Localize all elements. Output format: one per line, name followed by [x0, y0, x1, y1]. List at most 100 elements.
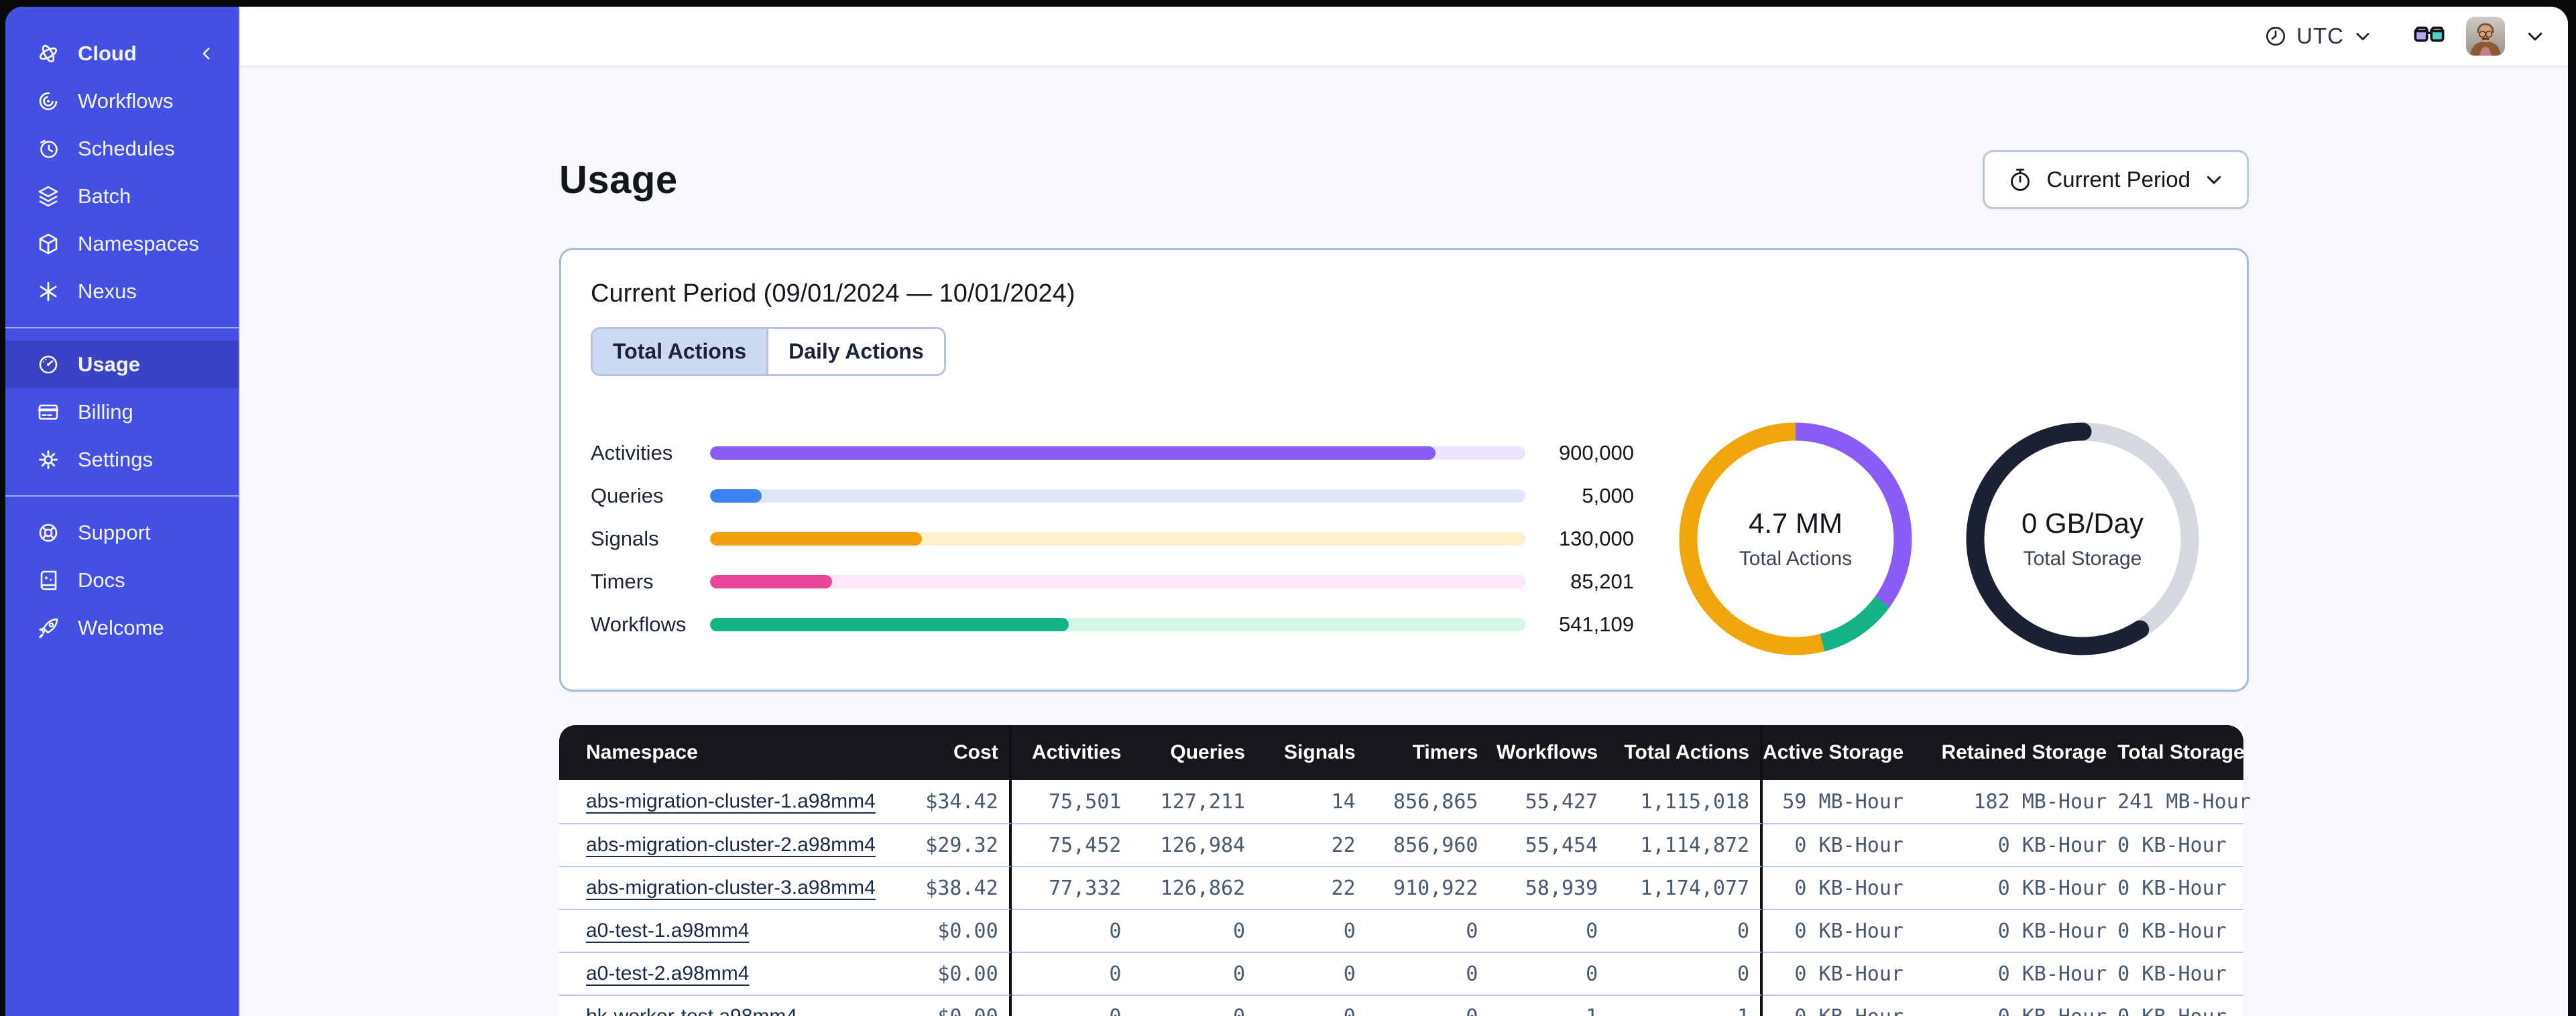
cell-retained-storage: 0 KB-Hour	[1914, 909, 2118, 952]
namespace-link[interactable]: a0-test-1.a98mm4	[586, 919, 749, 942]
batch-layers-icon	[36, 184, 60, 208]
sidebar: Cloud Workflows Schedules Batch Namespac…	[5, 7, 240, 1016]
cell-timers: 910,922	[1366, 866, 1489, 909]
cell-total-storage: 241 MB-Hour	[2117, 780, 2251, 823]
sidebar-item-label: Batch	[78, 184, 131, 208]
bar-fill	[710, 575, 833, 588]
table-row: a0-test-1.a98mm4 $0.00 0 0 0 0 0 0 0 KB-Hour 0 KB…	[559, 909, 2243, 952]
avatar[interactable]	[2466, 17, 2505, 56]
sidebar-item-welcome[interactable]: Welcome	[5, 604, 239, 651]
column-header-total-actions: Total Actions	[1608, 725, 1763, 780]
cell-workflows: 0	[1488, 952, 1609, 995]
sidebar-item-label: Workflows	[78, 88, 174, 113]
table-row: a0-test-2.a98mm4 $0.00 0 0 0 0 0 0 0 KB-Hour 0 KB…	[559, 952, 2243, 995]
cell-total-actions: 1,115,018	[1608, 780, 1763, 823]
chevron-left-icon	[202, 47, 210, 60]
cell-total-actions: 0	[1608, 909, 1763, 952]
clock-icon	[2266, 26, 2286, 46]
cell-cost: $29.32	[862, 823, 1012, 866]
account-menu-button[interactable]	[2525, 26, 2545, 46]
cell-queries: 0	[1132, 909, 1256, 952]
cell-namespace: bk-worker-test.a98mm4	[559, 995, 862, 1016]
tab-total-actions[interactable]: Total Actions	[593, 329, 767, 374]
cell-namespace: abs-migration-cluster-3.a98mm4	[559, 866, 876, 909]
namespace-link[interactable]: bk-worker-test.a98mm4	[586, 1005, 797, 1016]
namespace-link[interactable]: abs-migration-cluster-2.a98mm4	[586, 834, 876, 856]
cell-active-storage: 0 KB-Hour	[1763, 952, 1914, 995]
usage-bars: Activities 900,000 Queries 5,000 Signals 130,…	[591, 441, 1634, 636]
sidebar-item-namespaces[interactable]: Namespaces	[5, 220, 239, 267]
theme-glasses-button[interactable]	[2412, 24, 2446, 48]
cell-namespace: a0-test-2.a98mm4	[559, 952, 862, 995]
total-actions-donut: 4.7 MM Total Actions	[1677, 420, 1914, 657]
table-row: abs-migration-cluster-1.a98mm4 $34.42 75,5…	[559, 780, 2251, 823]
table-row: abs-migration-cluster-2.a98mm4 $29.32 75,4…	[559, 823, 2243, 866]
period-button-label: Current Period	[2046, 167, 2190, 192]
total-actions-value: 4.7 MM	[1748, 507, 1843, 539]
nexus-asterisk-icon	[36, 279, 60, 304]
cell-total-actions: 1,174,077	[1608, 866, 1763, 909]
cell-queries: 126,862	[1132, 866, 1256, 909]
cell-total-storage: 0 KB-Hour	[2117, 866, 2243, 909]
billing-card-icon	[36, 400, 60, 424]
bar-fill	[710, 489, 762, 503]
cell-cost: $0.00	[862, 909, 1012, 952]
cell-retained-storage: 182 MB-Hour	[1914, 780, 2118, 823]
sidebar-item-settings[interactable]: Settings	[5, 436, 239, 483]
bar-row-signals: Signals 130,000	[591, 527, 1634, 550]
sidebar-item-nexus[interactable]: Nexus	[5, 267, 239, 315]
table-row: bk-worker-test.a98mm4$0.000000110 KB-Hou…	[559, 995, 2243, 1016]
table-header-row: Namespace Cost Activities Queries Signals Tim…	[559, 725, 2245, 780]
namespace-link[interactable]: abs-migration-cluster-1.a98mm4	[586, 790, 876, 812]
cell-namespace: abs-migration-cluster-1.a98mm4	[559, 780, 876, 823]
cell-queries: 126,984	[1132, 823, 1256, 866]
timezone-selector[interactable]: UTC	[2264, 23, 2372, 49]
chevron-down-icon	[2528, 32, 2542, 41]
sidebar-divider	[5, 495, 239, 497]
sidebar-item-cloud[interactable]: Cloud	[5, 29, 239, 77]
column-header-cost: Cost	[862, 725, 1012, 780]
period-selector-button[interactable]: Current Period	[1983, 150, 2249, 209]
cell-total-actions: 0	[1608, 952, 1763, 995]
sidebar-item-label: Docs	[78, 568, 125, 592]
sidebar-item-label: Nexus	[78, 279, 137, 303]
cell-workflows: 55,454	[1488, 823, 1609, 866]
sidebar-item-batch[interactable]: Batch	[5, 172, 239, 220]
cell-signals: 0	[1256, 952, 1366, 995]
cell-workflows: 55,427	[1488, 780, 1609, 823]
bar-label: Workflows	[591, 613, 687, 636]
bar-value: 130,000	[1558, 527, 1634, 550]
cell-namespace: a0-test-1.a98mm4	[559, 909, 862, 952]
table-row: abs-migration-cluster-3.a98mm4 $38.42 77,3…	[559, 866, 2243, 909]
cell-total-storage: 0 KB-Hour	[2117, 909, 2243, 952]
cell-timers: 0	[1366, 952, 1489, 995]
namespace-link[interactable]: abs-migration-cluster-3.a98mm4	[586, 877, 876, 899]
column-header-retained-storage: Retained Storage	[1914, 725, 2118, 780]
bar-label: Queries	[591, 484, 664, 507]
bar-value: 900,000	[1558, 441, 1634, 464]
sidebar-item-docs[interactable]: Docs	[5, 556, 239, 604]
sidebar-item-schedules[interactable]: Schedules	[5, 125, 239, 172]
sidebar-item-support[interactable]: Support	[5, 509, 239, 556]
sidebar-item-workflows[interactable]: Workflows	[5, 77, 239, 125]
cell-retained-storage: 0 KB-Hour	[1914, 995, 2118, 1016]
stopwatch-icon	[2011, 168, 2030, 191]
cell-signals: 0	[1256, 909, 1366, 952]
cell-timers: 856,960	[1366, 823, 1489, 866]
actions-tabs: Total Actions Daily Actions	[591, 327, 946, 376]
cell-workflows: 1	[1488, 995, 1609, 1016]
cell-signals: 0	[1256, 995, 1366, 1016]
cell-signals: 14	[1256, 780, 1366, 823]
bar-row-queries: Queries 5,000	[591, 484, 1634, 507]
tab-daily-actions[interactable]: Daily Actions	[766, 329, 944, 374]
sidebar-item-label: Welcome	[78, 615, 164, 639]
temporal-logo-icon	[36, 42, 60, 66]
sidebar-item-usage[interactable]: Usage	[5, 340, 239, 388]
namespace-link[interactable]: a0-test-2.a98mm4	[586, 962, 749, 985]
workflows-icon	[36, 89, 60, 113]
cell-activities: 77,332	[1011, 866, 1132, 909]
chevron-down-icon	[2356, 33, 2369, 41]
sidebar-collapse-button[interactable]	[193, 40, 220, 67]
sidebar-item-billing[interactable]: Billing	[5, 388, 239, 436]
docs-book-icon	[36, 568, 60, 592]
